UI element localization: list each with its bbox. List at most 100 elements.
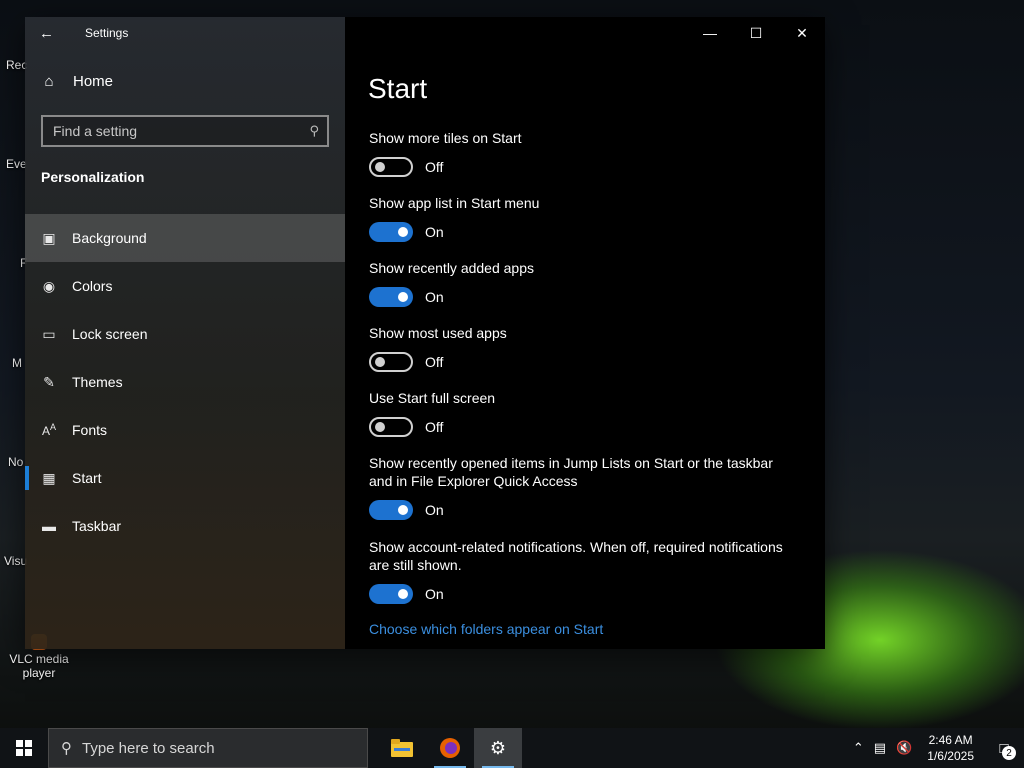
option-most-used: Show most used apps Off	[369, 324, 799, 389]
nav-item-label: Fonts	[72, 422, 108, 438]
firefox-icon	[440, 738, 460, 758]
network-icon[interactable]: ▤	[869, 740, 891, 756]
toggle-state: On	[425, 224, 444, 240]
option-jump-lists: Show recently opened items in Jump Lists…	[369, 454, 799, 538]
toggle-state: On	[425, 502, 444, 518]
toggle-switch[interactable]	[369, 157, 413, 177]
clock-date: 1/6/2025	[927, 749, 974, 763]
start-button[interactable]	[0, 728, 48, 768]
toggle-state: On	[425, 289, 444, 305]
lock-screen-icon: ▭	[42, 325, 56, 342]
option-label: Show recently opened items in Jump Lists…	[369, 455, 773, 489]
system-tray: ⌃ ▤ 🔇 2:46 AM 1/6/2025 □ 2	[848, 728, 1024, 768]
section-title: Personalization	[41, 169, 145, 185]
start-options-list: Show more tiles on Start Off Show app li…	[369, 129, 799, 622]
notification-badge: 2	[1002, 746, 1016, 760]
desktop-icon-label-m[interactable]: M	[12, 356, 22, 370]
nav-item-themes[interactable]: ✎ Themes	[25, 358, 345, 406]
choose-folders-link[interactable]: Choose which folders appear on Start	[369, 621, 603, 637]
option-label: Use Start full screen	[369, 390, 496, 406]
nav-item-colors[interactable]: ◉ Colors	[25, 262, 345, 310]
windows-logo-icon	[16, 740, 32, 756]
back-arrow-icon[interactable]: ←	[39, 25, 59, 42]
clock[interactable]: 2:46 AM 1/6/2025	[917, 732, 984, 764]
toggle-state: On	[425, 586, 444, 602]
toggle-state: Off	[425, 159, 444, 175]
nav-item-start[interactable]: ▦ Start	[25, 454, 345, 502]
brush-icon: ✎	[43, 373, 55, 390]
nav-item-label: Background	[72, 230, 147, 246]
option-label: Show recently added apps	[369, 260, 534, 276]
nav-item-label: Themes	[72, 374, 123, 390]
option-account-notifications: Show account-related notifications. When…	[369, 538, 799, 622]
minimize-button[interactable]: —	[687, 17, 733, 49]
folder-icon	[391, 739, 413, 757]
gear-icon: ⚙	[489, 737, 507, 758]
toggle-knob	[398, 227, 408, 237]
toggle-row: Off	[369, 417, 799, 437]
toggle-state: Off	[425, 354, 444, 370]
toggle-knob	[375, 422, 385, 432]
nav-item-label: Lock screen	[72, 326, 148, 342]
settings-window: ← Settings ⌂ Home Find a setting ⚲ Perso…	[25, 17, 825, 649]
start-icon: ▦	[42, 469, 56, 486]
toggle-switch[interactable]	[369, 584, 413, 604]
nav-item-fonts[interactable]: AA Fonts	[25, 406, 345, 454]
toggle-row: Off	[369, 157, 799, 177]
search-icon: ⚲	[309, 123, 319, 138]
toggle-knob	[375, 162, 385, 172]
nav-item-lock-screen[interactable]: ▭ Lock screen	[25, 310, 345, 358]
toggle-row: On	[369, 222, 799, 242]
option-label: Show more tiles on Start	[369, 130, 522, 146]
clock-time: 2:46 AM	[928, 733, 973, 747]
palette-icon: ◉	[42, 277, 56, 294]
toggle-switch[interactable]	[369, 287, 413, 307]
action-center-button[interactable]: □ 2	[984, 728, 1024, 768]
volume-muted-icon[interactable]: 🔇	[891, 740, 917, 756]
taskbar-search-box[interactable]: ⚲ Type here to search	[48, 728, 368, 768]
toggle-knob	[398, 589, 408, 599]
taskbar: ⚲ Type here to search ⚙ ⌃ ▤ 🔇 2:46 AM 1/…	[0, 728, 1024, 768]
nav-item-label: Taskbar	[72, 518, 122, 534]
option-app-list: Show app list in Start menu On	[369, 194, 799, 259]
option-full-screen: Use Start full screen Off	[369, 389, 799, 454]
close-button[interactable]: ✕	[779, 17, 825, 49]
home-icon: ⌂	[44, 72, 54, 90]
toggle-switch[interactable]	[369, 352, 413, 372]
desktop-icon-label-no[interactable]: No	[8, 455, 23, 469]
search-icon: ⚲	[61, 740, 72, 757]
chevron-up-icon[interactable]: ⌃	[848, 740, 869, 756]
option-label: Show app list in Start menu	[369, 195, 540, 211]
toggle-switch[interactable]	[369, 417, 413, 437]
find-setting-placeholder: Find a setting	[53, 123, 138, 139]
nav-item-background[interactable]: ▣ Background	[25, 214, 345, 262]
page-title: Start	[368, 73, 428, 104]
toggle-switch[interactable]	[369, 222, 413, 242]
firefox-taskbar-button[interactable]	[426, 728, 474, 768]
taskbar-search-placeholder: Type here to search	[82, 739, 215, 757]
find-setting-input[interactable]: Find a setting ⚲	[41, 115, 329, 147]
nav-item-label: Colors	[72, 278, 113, 294]
option-label: Show most used apps	[369, 325, 507, 341]
toggle-row: On	[369, 500, 799, 520]
nav-list: ▣ Background ◉ Colors ▭ Lock screen ✎ Th…	[25, 214, 345, 550]
toggle-row: On	[369, 287, 799, 307]
window-controls: — ☐ ✕	[687, 17, 825, 49]
toggle-row: On	[369, 584, 799, 604]
nav-home-label: Home	[73, 72, 114, 90]
vlc-label: VLC media player	[9, 652, 69, 680]
taskbar-icon: ▬	[42, 518, 56, 534]
settings-taskbar-button[interactable]: ⚙	[474, 728, 522, 768]
file-explorer-taskbar-button[interactable]	[378, 728, 426, 768]
toggle-knob	[375, 357, 385, 367]
toggle-row: Off	[369, 352, 799, 372]
desktop-icon-label-visu[interactable]: Visu	[4, 554, 27, 568]
window-title: Settings	[85, 26, 129, 40]
maximize-button[interactable]: ☐	[733, 17, 779, 49]
desktop-icon-label-eve[interactable]: Eve	[6, 157, 27, 171]
nav-item-label: Start	[72, 470, 102, 486]
fonts-icon: AA	[41, 422, 57, 438]
nav-home[interactable]: ⌂ Home	[25, 57, 345, 105]
nav-item-taskbar[interactable]: ▬ Taskbar	[25, 502, 345, 550]
toggle-switch[interactable]	[369, 500, 413, 520]
